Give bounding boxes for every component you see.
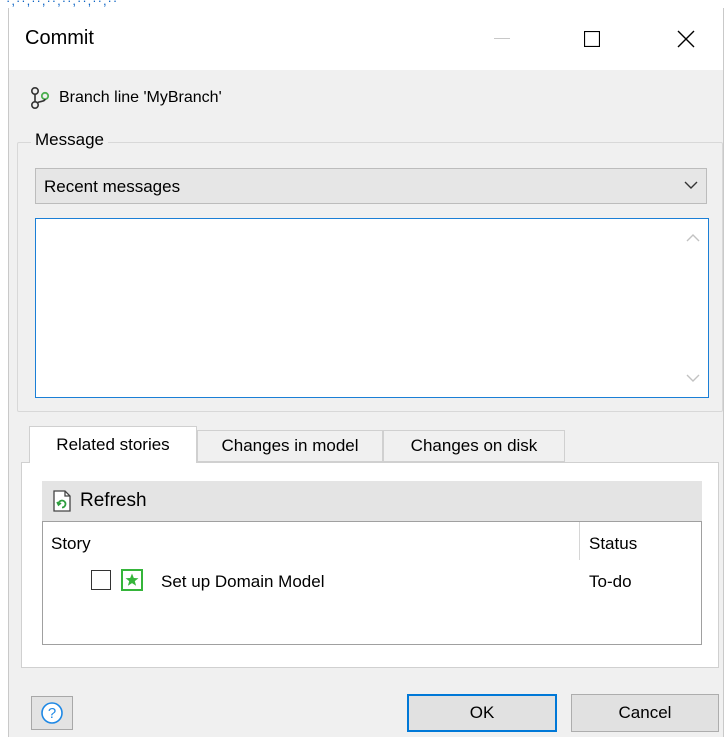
refresh-button[interactable]: Refresh (52, 487, 147, 515)
scroll-down-icon[interactable] (686, 374, 700, 383)
column-header-status[interactable]: Status (589, 534, 637, 554)
stories-toolbar: Refresh (42, 481, 702, 521)
background-link-text: ·,··,··,··,··,··,··,·· (6, 0, 119, 8)
cancel-button[interactable]: Cancel (571, 694, 719, 732)
message-legend: Message (31, 130, 108, 150)
tab-related-stories[interactable]: Related stories (29, 426, 197, 463)
tab-changes-in-model[interactable]: Changes in model (197, 430, 383, 462)
maximize-button[interactable] (569, 22, 615, 56)
chevron-down-icon (684, 181, 698, 189)
recent-messages-dropdown[interactable]: Recent messages (35, 168, 707, 204)
minimize-icon (494, 38, 510, 39)
story-checkbox[interactable] (91, 570, 111, 590)
maximize-icon (584, 31, 600, 47)
branch-icon (30, 86, 50, 110)
commit-dialog: Commit Branch line 'MyBranch' Message Re… (8, 8, 724, 737)
column-header-story[interactable]: Story (51, 534, 91, 554)
close-button[interactable] (663, 22, 709, 56)
refresh-label: Refresh (80, 490, 147, 511)
story-status: To-do (589, 572, 632, 591)
table-row[interactable]: Set up Domain Model To-do (43, 566, 701, 596)
story-name: Set up Domain Model (161, 572, 325, 591)
ok-button[interactable]: OK (407, 694, 557, 732)
star-story-icon (121, 569, 143, 591)
branch-label: Branch line 'MyBranch' (59, 89, 222, 106)
svg-text:?: ? (48, 705, 56, 722)
refresh-icon (53, 490, 71, 512)
commit-message-textarea[interactable] (35, 218, 709, 398)
branch-line: Branch line 'MyBranch' (29, 86, 222, 110)
dialog-button-bar: ? OK Cancel (9, 680, 723, 737)
recent-messages-value: Recent messages (44, 177, 181, 196)
related-stories-panel: Refresh Story Status Set up Domain Model… (21, 462, 719, 668)
close-icon (677, 30, 695, 48)
minimize-button (479, 22, 525, 56)
tab-changes-on-disk[interactable]: Changes on disk (383, 430, 565, 462)
dialog-title: Commit (25, 27, 94, 49)
column-separator[interactable] (579, 522, 580, 560)
scroll-up-icon[interactable] (686, 233, 700, 242)
help-button[interactable]: ? (31, 696, 73, 730)
help-icon: ? (41, 702, 63, 724)
title-bar: Commit (9, 8, 723, 70)
stories-table: Story Status Set up Domain Model To-do (42, 521, 702, 645)
background-window-strip: ·,··,··,··,··,··,··,·· (0, 0, 724, 8)
